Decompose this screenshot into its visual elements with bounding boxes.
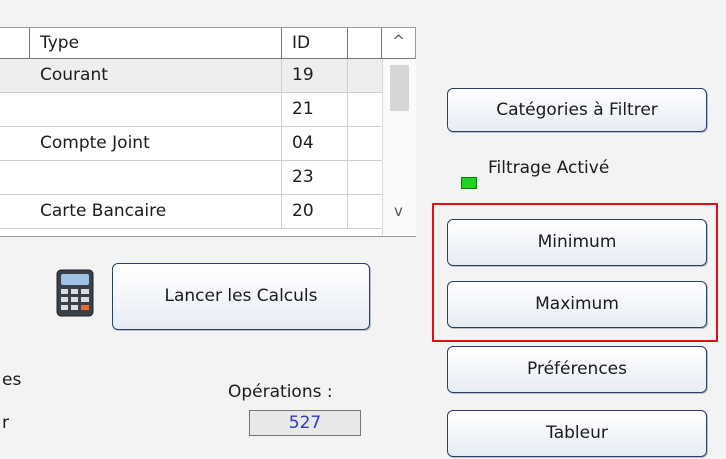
operations-count-field: 527	[249, 410, 361, 436]
maximum-button[interactable]: Maximum	[447, 281, 707, 328]
table-row[interactable]: 23	[0, 161, 382, 195]
accounts-grid[interactable]: Type ID Courant 19 21 Compte Joint 04 23…	[0, 27, 416, 237]
grid-header: Type ID	[0, 28, 415, 59]
id-cell: 20	[282, 195, 348, 228]
id-cell: 04	[282, 127, 348, 160]
id-cell: 21	[282, 93, 348, 126]
scroll-down-arrow-icon[interactable]: v	[382, 202, 415, 220]
header-type[interactable]: Type	[30, 28, 282, 58]
table-row[interactable]: Carte Bancaire 20	[0, 195, 382, 229]
filter-active-led-icon	[461, 177, 477, 189]
header-id[interactable]: ID	[282, 28, 348, 58]
header-spacer	[348, 28, 382, 58]
type-cell: Compte Joint	[30, 127, 282, 160]
id-cell: 23	[282, 161, 348, 194]
scroll-up-arrow-icon[interactable]: ^	[382, 32, 415, 50]
table-row[interactable]: Compte Joint 04	[0, 127, 382, 161]
filter-active-label: Filtrage Activé	[488, 158, 610, 178]
minimum-button[interactable]: Minimum	[447, 219, 707, 266]
preferences-button[interactable]: Préférences	[447, 346, 707, 393]
table-row[interactable]: Courant 19	[0, 59, 382, 93]
id-cell: 19	[282, 59, 348, 92]
operations-label: Opérations :	[228, 382, 333, 402]
categories-filter-button[interactable]: Catégories à Filtrer	[447, 88, 707, 132]
tableur-button[interactable]: Tableur	[447, 410, 707, 457]
launch-calculations-button[interactable]: Lancer les Calculs	[112, 263, 370, 330]
type-cell: Carte Bancaire	[30, 195, 282, 228]
type-cell	[30, 93, 282, 126]
type-cell: Courant	[30, 59, 282, 92]
header-left-stub	[0, 28, 30, 58]
scrollbar-thumb[interactable]	[390, 65, 409, 111]
type-cell	[30, 161, 282, 194]
table-row[interactable]: 21	[0, 93, 382, 127]
left-fragment-label: es	[2, 370, 22, 390]
left-fragment-label: r	[2, 413, 9, 433]
calculator-icon	[56, 269, 94, 317]
